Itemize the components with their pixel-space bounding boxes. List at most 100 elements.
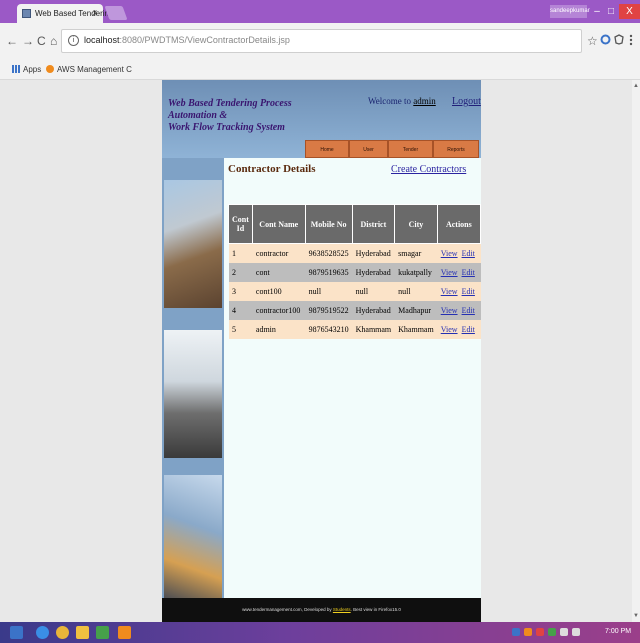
extension-icon[interactable]	[614, 34, 624, 48]
close-window-button[interactable]: X	[619, 4, 640, 19]
construction-photo-railway	[164, 330, 222, 458]
new-tab-button[interactable]	[104, 6, 128, 20]
back-icon[interactable]: ←	[6, 34, 18, 48]
tray-alert-icon[interactable]	[536, 628, 544, 636]
edit-link[interactable]: Edit	[462, 325, 475, 334]
site-header: Web Based Tendering Process Automation &…	[162, 80, 481, 158]
tray-app-icon[interactable]	[524, 628, 532, 636]
start-icon[interactable]	[10, 626, 23, 639]
maximize-button[interactable]: □	[604, 4, 618, 19]
cell-district: Hyderabad	[352, 243, 395, 263]
web-page: Web Based Tendering Process Automation &…	[162, 80, 482, 622]
logout-link[interactable]: Logout	[452, 96, 481, 107]
menu-home[interactable]: Home	[305, 140, 349, 158]
tray-battery-icon[interactable]	[560, 628, 568, 636]
edit-link[interactable]: Edit	[462, 249, 475, 258]
tab-close-icon[interactable]: x	[93, 8, 97, 17]
menu-tender[interactable]: Tender	[388, 140, 433, 158]
profile-chip[interactable]: sandeepkumar	[550, 5, 590, 18]
cell-actions: View Edit	[437, 319, 481, 339]
menu-kebab-icon[interactable]	[629, 34, 633, 49]
page-favicon	[22, 9, 31, 18]
ie-icon[interactable]	[36, 626, 49, 639]
col-actions: Actions	[436, 204, 482, 244]
cell-district: Hyderabad	[352, 262, 395, 282]
app-icon[interactable]	[118, 626, 131, 639]
bookmark-label: AWS Management C	[57, 65, 132, 74]
opera-extension-icon[interactable]	[600, 34, 611, 48]
info-icon[interactable]: i	[68, 35, 79, 46]
home-icon[interactable]: ⌂	[50, 34, 57, 48]
table-row: 3 cont100 null null null View Edit	[228, 281, 481, 301]
forward-icon[interactable]: →	[22, 34, 34, 48]
logo-line-2: Work Flow Tracking System	[168, 122, 285, 133]
bookmark-aws[interactable]: AWS Management C	[46, 65, 132, 74]
col-cont-id: Cont Id	[228, 204, 253, 244]
cell-name: contractor100	[252, 300, 306, 320]
cell-mobile: null	[305, 281, 353, 301]
cell-mobile: 9879519635	[305, 262, 353, 282]
browser-titlebar: Web Based Tendering P x sandeepkumar – □…	[0, 0, 640, 23]
footer-students-link[interactable]: Students	[333, 607, 351, 612]
construction-photo-scaffold	[164, 180, 222, 308]
bookmark-apps[interactable]: Apps	[12, 65, 41, 74]
scroll-up-icon[interactable]: ▲	[633, 83, 639, 89]
contractor-table: Cont Id Cont Name Mobile No District Cit…	[228, 204, 482, 339]
chrome-icon[interactable]	[56, 626, 69, 639]
bookmark-star-icon[interactable]: ☆	[587, 34, 598, 48]
cell-district: Hyderabad	[352, 300, 395, 320]
menu-user[interactable]: User	[349, 140, 388, 158]
view-link[interactable]: View	[441, 249, 458, 258]
handshake-photo	[164, 475, 222, 603]
welcome-prefix: Welcome to	[368, 96, 414, 106]
cell-actions: View Edit	[437, 243, 481, 263]
tray-volume-icon[interactable]	[572, 628, 580, 636]
windows-taskbar: 7:00 PM	[0, 622, 640, 643]
cell-city: Madhapur	[394, 300, 438, 320]
col-cont-name: Cont Name	[251, 204, 306, 244]
site-logo: Web Based Tendering Process Automation &…	[168, 98, 318, 134]
cell-actions: View Edit	[437, 262, 481, 282]
view-link[interactable]: View	[441, 325, 458, 334]
browser-tab[interactable]: Web Based Tendering P x	[17, 4, 121, 23]
page-scrollbar[interactable]: ▲ ▼	[632, 80, 640, 622]
edit-link[interactable]: Edit	[462, 306, 475, 315]
menu-reports[interactable]: Reports	[433, 140, 479, 158]
file-explorer-icon[interactable]	[76, 626, 89, 639]
welcome-text: Welcome to admin	[368, 96, 436, 106]
cell-actions: View Edit	[437, 281, 481, 301]
cell-city: smagar	[394, 243, 438, 263]
bookmarks-bar: Apps AWS Management C	[0, 61, 640, 80]
url-host: localhost	[84, 35, 120, 45]
taskbar-clock[interactable]: 7:00 PM	[605, 628, 631, 635]
create-contractors-link[interactable]: Create Contractors	[391, 164, 466, 175]
reload-icon[interactable]: C	[37, 34, 46, 48]
welcome-user[interactable]: admin	[413, 96, 436, 106]
apps-icon	[12, 65, 20, 73]
address-bar[interactable]: i localhost:8080/PWDTMS/ViewContractorDe…	[61, 29, 582, 53]
cell-name: admin	[252, 319, 306, 339]
aws-icon	[46, 65, 54, 73]
address-url[interactable]: localhost:8080/PWDTMS/ViewContractorDeta…	[84, 35, 290, 45]
view-link[interactable]: View	[441, 268, 458, 277]
media-player-icon[interactable]	[96, 626, 109, 639]
cell-id: 2	[228, 262, 253, 282]
minimize-button[interactable]: –	[590, 4, 604, 19]
table-row: 1 contractor 9638528525 Hyderabad smagar…	[228, 243, 481, 263]
edit-link[interactable]: Edit	[462, 287, 475, 296]
table-row: 5 admin 9876543210 Khammam Khammam View …	[228, 319, 481, 339]
view-link[interactable]: View	[441, 287, 458, 296]
bookmark-label: Apps	[23, 65, 42, 74]
tray-network-icon[interactable]	[512, 628, 520, 636]
cell-city: kukatpally	[394, 262, 438, 282]
cell-id: 5	[228, 319, 253, 339]
cell-mobile: 9876543210	[305, 319, 353, 339]
edit-link[interactable]: Edit	[462, 268, 475, 277]
table-header-row: Cont Id Cont Name Mobile No District Cit…	[228, 204, 482, 244]
cell-mobile: 9638528525	[305, 243, 353, 263]
table-row: 4 contractor100 9879519522 Hyderabad Mad…	[228, 300, 481, 320]
page-title: Contractor Details	[228, 163, 316, 175]
tray-sync-icon[interactable]	[548, 628, 556, 636]
view-link[interactable]: View	[441, 306, 458, 315]
scroll-down-icon[interactable]: ▼	[633, 613, 639, 619]
